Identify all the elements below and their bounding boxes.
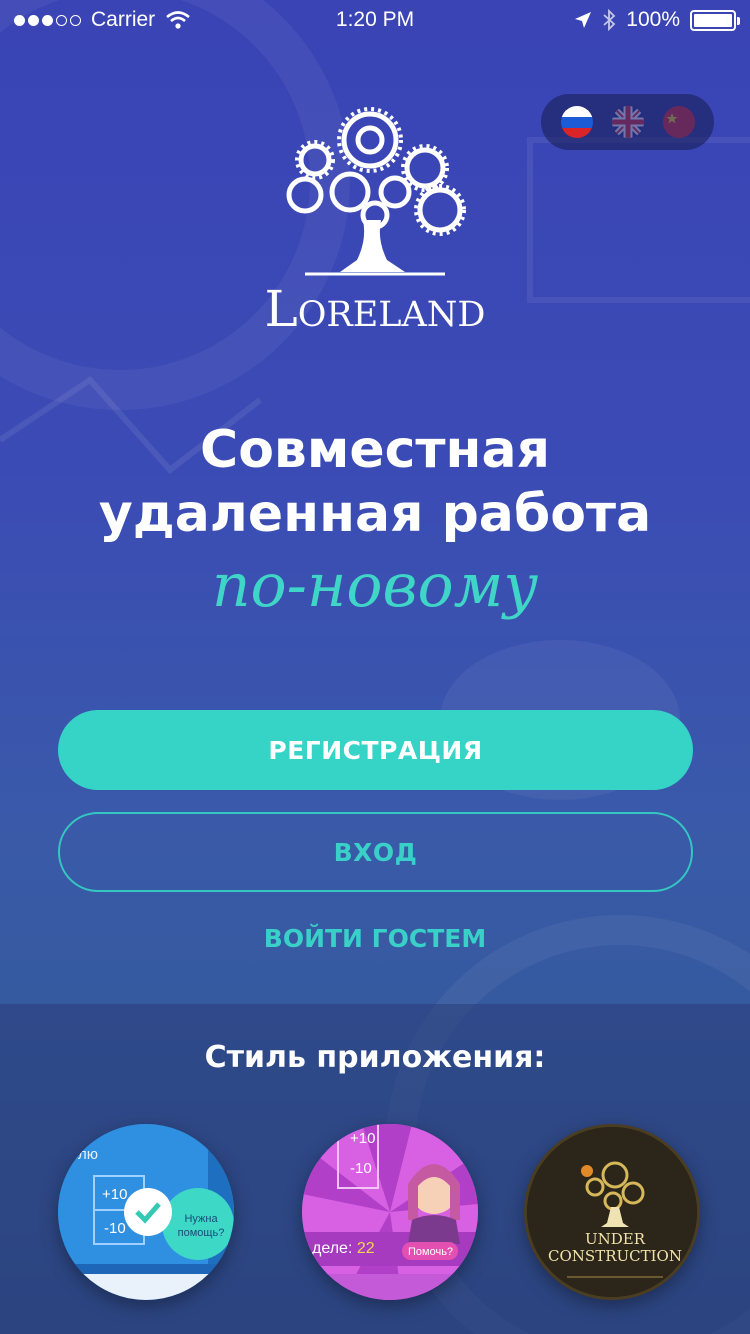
headline-line-2: удаленная работа — [98, 484, 652, 544]
wifi-icon — [166, 11, 190, 29]
loreland-logo: Loreland — [245, 100, 505, 350]
battery-percent: 100% — [626, 8, 680, 31]
guest-login-link[interactable]: ВОЙТИ ГОСТЕМ — [200, 924, 550, 968]
theme-option-blue[interactable]: олю +10 -10 Нужна помощь? — [58, 1124, 234, 1300]
style-picker-title: Стиль приложения: — [204, 1040, 546, 1075]
theme-1-help: Нужна помощь? — [177, 1213, 225, 1239]
theme-2-help: Помочь? — [408, 1246, 454, 1258]
theme-1-label: олю — [70, 1146, 99, 1163]
language-switcher — [541, 94, 714, 150]
location-icon — [575, 12, 592, 28]
bluetooth-icon — [603, 9, 616, 31]
theme-option-pink[interactable]: +10 -10 деле: 22 Помочь? — [302, 1124, 478, 1300]
theme-2-week: деле: 22 — [312, 1240, 375, 1257]
theme-option-steampunk[interactable]: UNDER CONSTRUCTION — [524, 1124, 700, 1300]
theme-1-minus: -10 — [104, 1220, 126, 1237]
theme-2-minus: -10 — [350, 1160, 372, 1177]
register-button[interactable]: РЕГИСТРАЦИЯ — [58, 710, 693, 790]
russian-flag-icon[interactable] — [560, 106, 593, 138]
carrier-label: Carrier — [91, 8, 156, 31]
headline: Совместная удаленная работа по-новому — [0, 418, 750, 626]
signal-strength-icon — [14, 14, 81, 26]
theme-1-plus: +10 — [102, 1186, 128, 1203]
logo-text: Loreland — [264, 280, 486, 338]
theme-2-plus: +10 — [350, 1130, 376, 1147]
status-bar: Carrier 1:20 PM 100% — [0, 0, 750, 40]
login-button[interactable]: ВХОД — [58, 812, 693, 892]
china-flag-icon[interactable] — [662, 106, 695, 138]
battery-icon — [690, 9, 740, 31]
uk-flag-icon[interactable] — [611, 106, 644, 138]
headline-line-1: Совместная — [200, 420, 550, 480]
headline-accent: по-новому — [211, 551, 539, 621]
under-construction-label: UNDER CONSTRUCTION — [548, 1230, 682, 1265]
